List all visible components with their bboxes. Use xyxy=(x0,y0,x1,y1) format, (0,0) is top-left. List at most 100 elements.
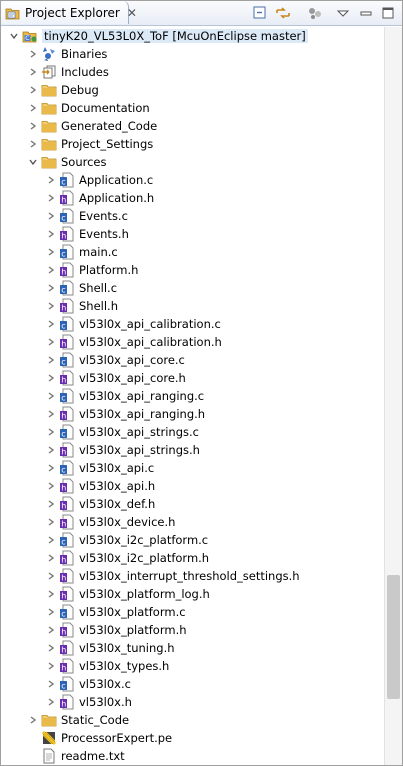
tree-item-source-file[interactable]: c vl53l0x_api_strings.c xyxy=(46,423,199,441)
tree-item[interactable]: Binaries xyxy=(28,45,107,63)
chevron-right-icon[interactable] xyxy=(46,567,56,585)
minimize-icon[interactable] xyxy=(357,4,375,22)
tree-item-source-file[interactable]: h Application.h xyxy=(46,189,154,207)
chevron-right-icon[interactable] xyxy=(28,117,38,135)
chevron-right-icon[interactable] xyxy=(28,45,38,63)
tree-item-source-file[interactable]: c vl53l0x_api_core.c xyxy=(46,351,185,369)
tree-item-project[interactable]: CtinyK20_VL53L0X_ToF [McuOnEclipse maste… xyxy=(9,27,308,45)
chevron-right-icon[interactable] xyxy=(28,99,38,117)
view-filters-icon[interactable] xyxy=(306,4,324,22)
chevron-right-icon[interactable] xyxy=(46,405,56,423)
chevron-right-icon[interactable] xyxy=(46,531,56,549)
chevron-right-icon[interactable] xyxy=(46,207,56,225)
chevron-down-icon[interactable] xyxy=(28,153,38,171)
chevron-right-icon[interactable] xyxy=(28,63,38,81)
tree-item-source-file[interactable]: h vl53l0x_api_ranging.h xyxy=(46,405,205,423)
tree-item-source-file[interactable]: h vl53l0x_api.h xyxy=(46,477,155,495)
text-file-icon xyxy=(41,748,57,764)
vertical-scrollbar[interactable] xyxy=(384,27,402,765)
tree-item-source-file[interactable]: h Events.h xyxy=(46,225,129,243)
tree-item-source-file[interactable]: h vl53l0x.h xyxy=(46,693,132,711)
tree-item-source-file[interactable]: c main.c xyxy=(46,243,118,261)
tree-item-source-file[interactable]: h vl53l0x_api_core.h xyxy=(46,369,186,387)
chevron-right-icon[interactable] xyxy=(28,135,38,153)
tree-item-source-file[interactable]: h vl53l0x_tuning.h xyxy=(46,639,175,657)
c-source-file-icon: c xyxy=(59,280,75,296)
tree-item-source-file[interactable]: h Shell.h xyxy=(46,297,118,315)
chevron-right-icon[interactable] xyxy=(46,423,56,441)
tree-item-source-file[interactable]: c Events.c xyxy=(46,207,128,225)
chevron-right-icon[interactable] xyxy=(46,603,56,621)
tree-item-source-file[interactable]: c vl53l0x_api_ranging.c xyxy=(46,387,204,405)
close-icon[interactable]: ✕ xyxy=(127,7,137,19)
tree-item[interactable]: Includes xyxy=(28,63,109,81)
tree-item-label: Includes xyxy=(61,65,109,79)
tree-item-source-file[interactable]: c vl53l0x_i2c_platform.c xyxy=(46,531,208,549)
chevron-right-icon[interactable] xyxy=(46,225,56,243)
tree-item-source-file[interactable]: h vl53l0x_api_calibration.h xyxy=(46,333,222,351)
collapse-all-icon[interactable] xyxy=(251,4,269,22)
tree-item[interactable]: ProcessorExpert.pe xyxy=(28,729,172,747)
chevron-right-icon[interactable] xyxy=(46,459,56,477)
chevron-right-icon[interactable] xyxy=(46,441,56,459)
chevron-right-icon[interactable] xyxy=(46,351,56,369)
chevron-right-icon[interactable] xyxy=(46,387,56,405)
chevron-right-icon[interactable] xyxy=(46,243,56,261)
tree-item-source-file[interactable]: h vl53l0x_platform_log.h xyxy=(46,585,210,603)
chevron-right-icon[interactable] xyxy=(46,189,56,207)
chevron-right-icon[interactable] xyxy=(28,81,38,99)
tree-item[interactable]: Generated_Code xyxy=(28,117,157,135)
chevron-down-icon[interactable] xyxy=(9,27,19,45)
c-source-file-icon: c xyxy=(59,244,75,260)
tab-project-explorer[interactable]: Project Explorer ✕ xyxy=(1,1,137,24)
chevron-right-icon[interactable] xyxy=(46,675,56,693)
chevron-right-icon[interactable] xyxy=(46,585,56,603)
tree-item-source-file[interactable]: h vl53l0x_device.h xyxy=(46,513,175,531)
chevron-right-icon[interactable] xyxy=(28,711,38,729)
tree-item-source-file[interactable]: h vl53l0x_i2c_platform.h xyxy=(46,549,209,567)
chevron-right-icon[interactable] xyxy=(46,369,56,387)
scrollbar-thumb[interactable] xyxy=(387,575,400,699)
header-file-icon: h xyxy=(59,406,75,422)
chevron-right-icon[interactable] xyxy=(46,621,56,639)
chevron-right-icon[interactable] xyxy=(46,171,56,189)
chevron-right-icon[interactable] xyxy=(46,639,56,657)
chevron-right-icon[interactable] xyxy=(46,513,56,531)
tree-item-source-file[interactable]: c Shell.c xyxy=(46,279,117,297)
tree-item-source-file[interactable]: h vl53l0x_api_strings.h xyxy=(46,441,200,459)
maximize-icon[interactable] xyxy=(379,4,397,22)
svg-text:C: C xyxy=(25,35,29,42)
chevron-right-icon[interactable] xyxy=(46,333,56,351)
tree-item-source-file[interactable]: h Platform.h xyxy=(46,261,138,279)
tree-item-source-file[interactable]: c vl53l0x_platform.c xyxy=(46,603,186,621)
chevron-right-icon[interactable] xyxy=(46,279,56,297)
tree-item-source-file[interactable]: c vl53l0x.c xyxy=(46,675,131,693)
tree-item-source-file[interactable]: h vl53l0x_interrupt_threshold_settings.h xyxy=(46,567,300,585)
tree-item[interactable]: Documentation xyxy=(28,99,150,117)
chevron-right-icon[interactable] xyxy=(46,495,56,513)
tree-item-source-file[interactable]: c vl53l0x_api.c xyxy=(46,459,154,477)
tree-item-label: vl53l0x_device.h xyxy=(79,515,176,529)
chevron-right-icon[interactable] xyxy=(46,549,56,567)
chevron-right-icon[interactable] xyxy=(46,693,56,711)
chevron-right-icon[interactable] xyxy=(46,297,56,315)
chevron-right-icon[interactable] xyxy=(46,261,56,279)
chevron-right-icon[interactable] xyxy=(46,315,56,333)
tree-item[interactable]: Static_Code xyxy=(28,711,129,729)
tree-item-source-file[interactable]: h vl53l0x_types.h xyxy=(46,657,169,675)
tree-item[interactable]: Sources xyxy=(28,153,107,171)
view-tab-strip: Project Explorer ✕ xyxy=(1,1,402,26)
includes-icon xyxy=(41,64,57,80)
tree-item-source-file[interactable]: h vl53l0x_def.h xyxy=(46,495,155,513)
tree-item-source-file[interactable]: c vl53l0x_api_calibration.c xyxy=(46,315,221,333)
chevron-right-icon[interactable] xyxy=(46,477,56,495)
view-menu-icon[interactable] xyxy=(334,4,352,22)
tree-item[interactable]: Debug xyxy=(28,81,99,99)
tree-item-source-file[interactable]: c Application.c xyxy=(46,171,153,189)
link-with-editor-icon[interactable] xyxy=(274,4,292,22)
chevron-right-icon[interactable] xyxy=(46,657,56,675)
tree-item[interactable]: Project_Settings xyxy=(28,135,153,153)
tree-item[interactable]: readme.txt xyxy=(28,747,125,765)
tree-item-source-file[interactable]: h vl53l0x_platform.h xyxy=(46,621,187,639)
binaries-icon xyxy=(41,46,57,62)
